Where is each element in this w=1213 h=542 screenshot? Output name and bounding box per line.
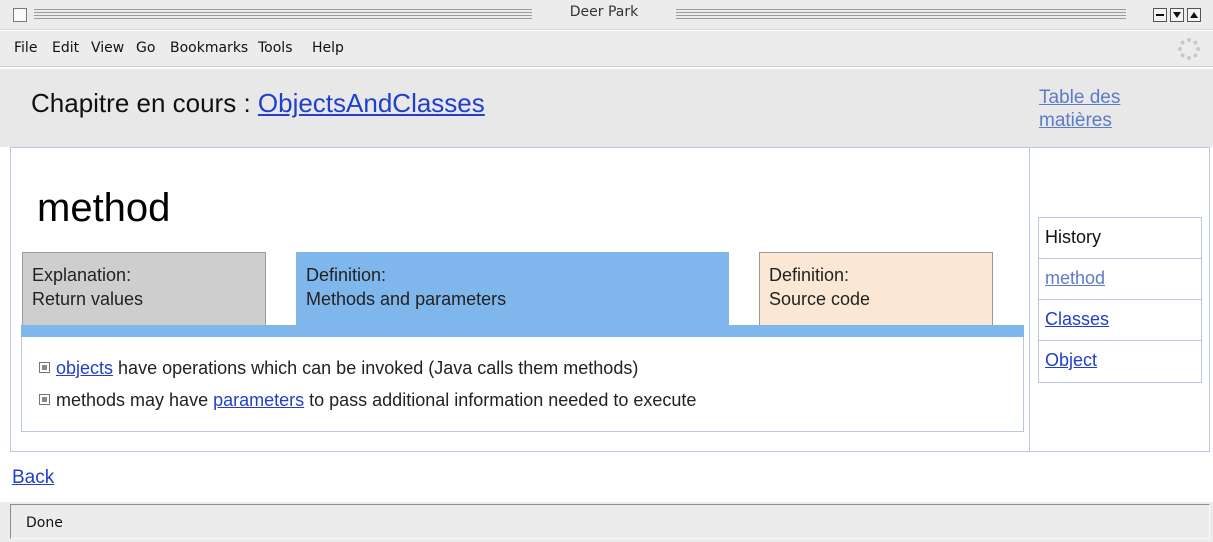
tab-label-line2: Return values	[32, 289, 144, 309]
title-bar-grip-left	[34, 9, 532, 20]
definition-item: objects have operations which can be inv…	[39, 358, 638, 379]
table-of-contents-link[interactable]: Table des matières	[1039, 86, 1179, 132]
page-title: method	[37, 186, 171, 230]
history-heading: History	[1039, 218, 1201, 259]
triangle-up-icon	[1190, 12, 1198, 18]
history-link-object[interactable]: Object	[1045, 350, 1097, 370]
history-item: Object	[1039, 341, 1201, 382]
tab-label-line1: Explanation:	[32, 265, 132, 285]
tab-definition-source-code[interactable]: Definition: Source code	[759, 252, 993, 326]
bullet-icon	[39, 394, 50, 405]
current-chapter: Chapitre en cours : ObjectsAndClasses	[31, 88, 485, 119]
throbber-icon	[1178, 38, 1200, 60]
tab-label-line1: Definition:	[306, 265, 387, 285]
menu-file[interactable]: File	[14, 40, 37, 56]
triangle-down-icon	[1173, 12, 1181, 18]
menu-tools[interactable]: Tools	[258, 40, 293, 56]
window-menu-button[interactable]	[13, 8, 27, 22]
history-link-method[interactable]: method	[1045, 268, 1105, 288]
status-text: Done	[26, 515, 63, 531]
chapter-link[interactable]: ObjectsAndClasses	[258, 88, 485, 118]
menu-bookmarks[interactable]: Bookmarks	[170, 40, 248, 56]
minimize-button[interactable]	[1153, 8, 1167, 22]
history-item: method	[1039, 259, 1201, 300]
page-header: Chapitre en cours : ObjectsAndClasses Ta…	[0, 69, 1213, 147]
status-bar: Done	[0, 502, 1213, 542]
maximize-button[interactable]	[1187, 8, 1201, 22]
window-controls	[1153, 8, 1201, 22]
minimize-icon	[1156, 14, 1164, 16]
title-bar: Deer Park	[0, 0, 1213, 30]
menu-go[interactable]: Go	[136, 40, 155, 56]
definition-text: methods may have	[56, 390, 214, 410]
menu-edit[interactable]: Edit	[52, 40, 79, 56]
parameters-link[interactable]: parameters	[213, 390, 304, 410]
bullet-icon	[39, 362, 50, 373]
history-list: History method Classes Object	[1038, 217, 1202, 383]
menu-view[interactable]: View	[91, 40, 124, 56]
shade-button[interactable]	[1170, 8, 1184, 22]
menu-bar: File Edit View Go Bookmarks Tools Help	[0, 31, 1213, 67]
status-panel: Done	[10, 504, 1210, 539]
tab-label-line2: Source code	[769, 289, 871, 309]
menu-help[interactable]: Help	[312, 40, 344, 56]
history-link-classes[interactable]: Classes	[1045, 309, 1109, 329]
tab-explanation-return-values[interactable]: Explanation: Return values	[22, 252, 266, 326]
tab-label-line2: Methods and parameters	[306, 289, 507, 309]
title-bar-grip-right	[676, 9, 1126, 20]
definition-text: have operations which can be invoked (Ja…	[113, 358, 639, 378]
active-tab-strip	[21, 325, 1024, 337]
chapter-prefix: Chapitre en cours :	[31, 88, 258, 118]
definition-item: methods may have parameters to pass addi…	[39, 390, 696, 411]
tab-label-line1: Definition:	[769, 265, 850, 285]
history-item: Classes	[1039, 300, 1201, 341]
definition-text: to pass additional information needed to…	[304, 390, 697, 410]
objects-link[interactable]: objects	[56, 358, 113, 378]
back-link[interactable]: Back	[12, 467, 54, 489]
definition-box: objects have operations which can be inv…	[21, 337, 1024, 432]
window-title: Deer Park	[569, 4, 639, 20]
